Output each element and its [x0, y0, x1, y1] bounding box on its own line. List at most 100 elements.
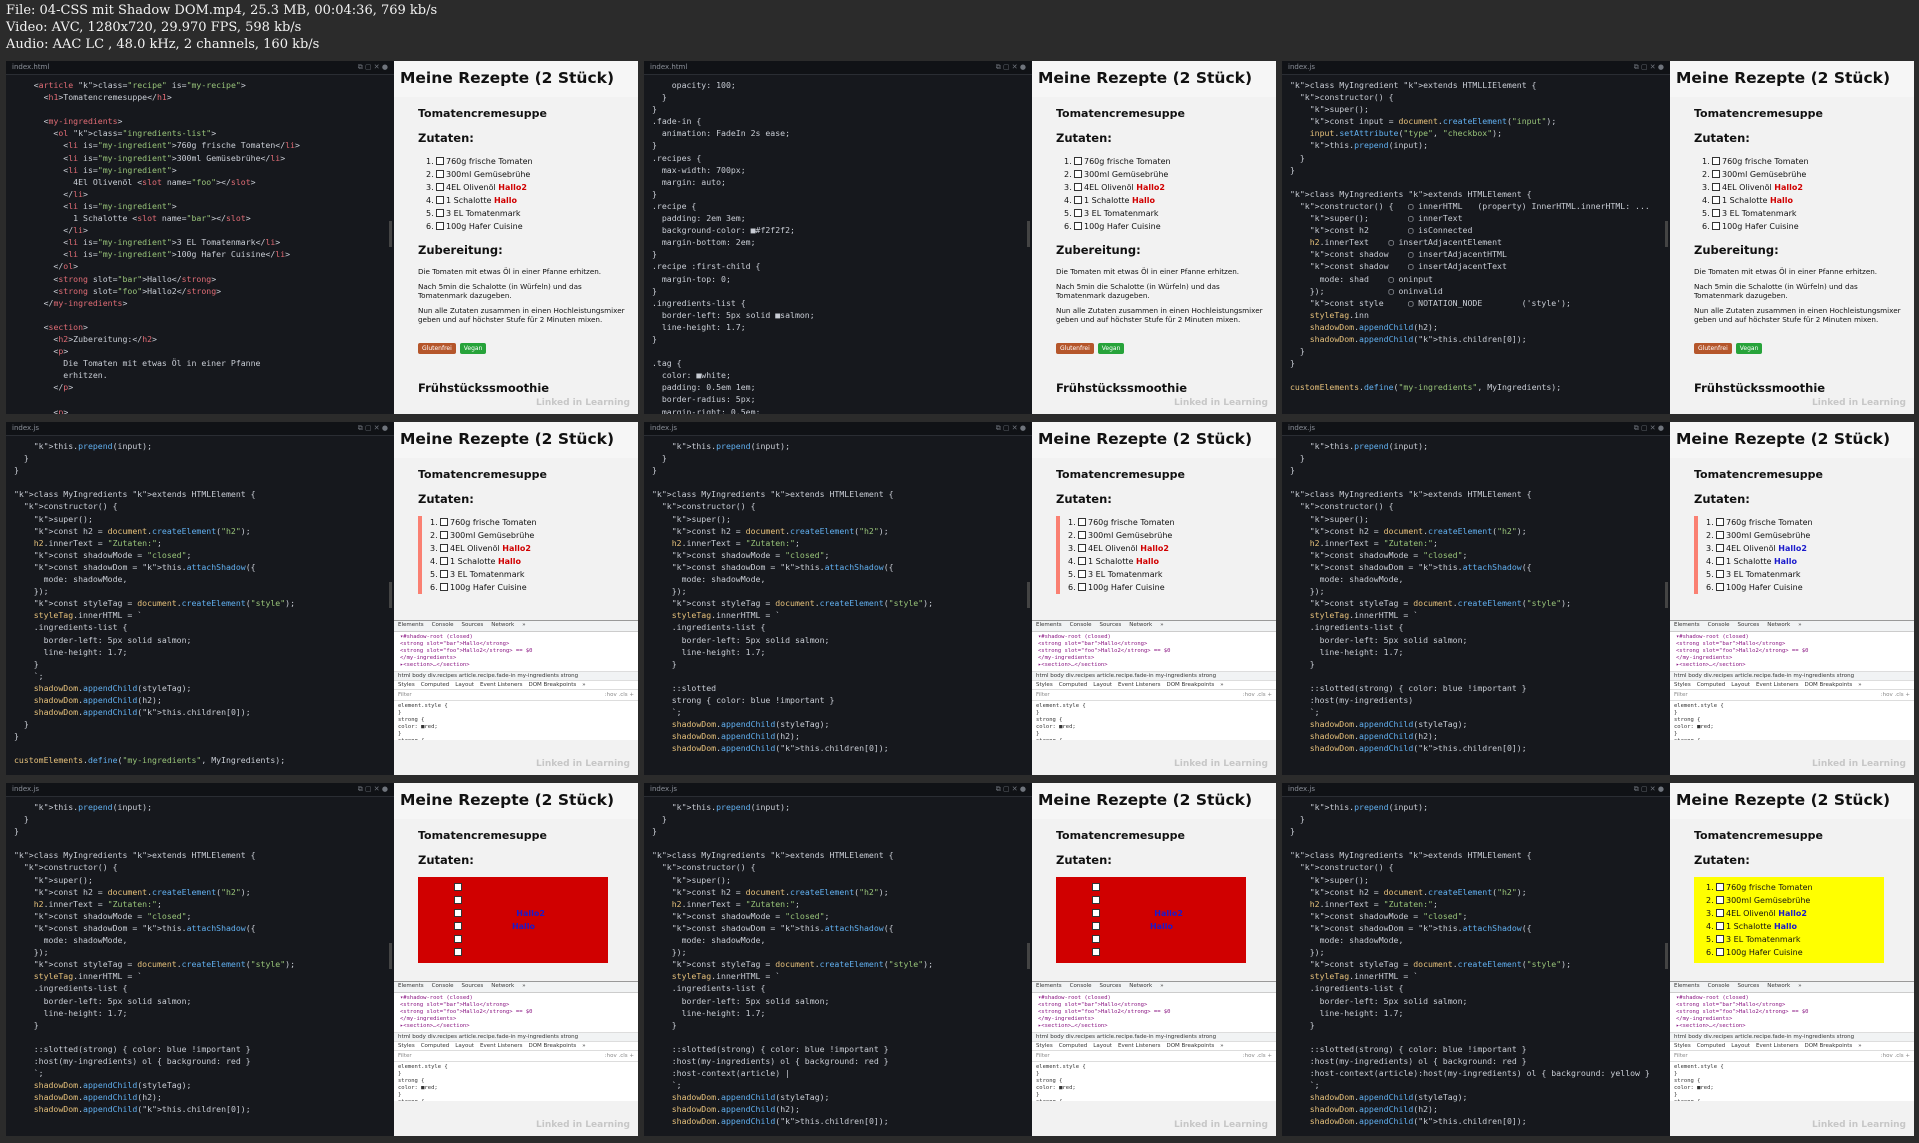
dom-node[interactable]: <strong slot="bar">Hallo</strong> — [1676, 641, 1908, 648]
dom-tree[interactable]: ▾#shadow-root (closed) <strong slot="bar"… — [1032, 632, 1276, 671]
filter-controls[interactable]: :hov .cls + — [1881, 692, 1910, 698]
devtools-panel[interactable]: Elements Console Sources Network » ▾#shadow-r… — [1032, 981, 1276, 1101]
styles-filter-input[interactable]: Filter :hov .cls + — [1032, 1051, 1276, 1062]
dom-node[interactable]: ▾#shadow-root (closed) — [1676, 995, 1908, 1002]
filter-controls[interactable]: :hov .cls + — [1881, 1053, 1910, 1059]
ingredient-checkbox[interactable] — [1716, 948, 1724, 956]
dom-node[interactable]: <strong slot="bar">Hallo</strong> — [1038, 1002, 1270, 1009]
split-editor-icon[interactable]: ⧉ ▢ ✕ ● — [358, 424, 388, 433]
ingredient-checkbox[interactable] — [1716, 883, 1724, 891]
devtools-tab[interactable]: Elements — [1036, 983, 1062, 989]
dom-node[interactable]: ▸<section>…</section> — [1676, 1023, 1908, 1030]
ingredient-checkbox[interactable] — [1716, 909, 1724, 917]
styles-subtab[interactable]: Event Listeners — [1756, 1043, 1799, 1049]
ingredient-checkbox[interactable] — [1078, 583, 1086, 591]
editor-scrollbar[interactable] — [389, 221, 392, 247]
styles-subtabs[interactable]: Styles Computed Layout Event Listeners DOM B… — [394, 681, 638, 690]
devtools-tabs[interactable]: Elements Console Sources Network » — [1670, 621, 1914, 632]
devtools-tab[interactable]: » — [1798, 622, 1801, 628]
devtools-tab[interactable]: Network — [491, 622, 514, 628]
breadcrumb[interactable]: html body div.recipes article.recipe.fad… — [1032, 671, 1276, 681]
code-editor[interactable]: index.js ⧉ ▢ ✕ ● "k">this.prepend(input);… — [644, 422, 1032, 775]
dom-node[interactable]: ▾#shadow-root (closed) — [400, 634, 632, 641]
ingredient-checkbox[interactable] — [1716, 531, 1724, 539]
styles-subtab[interactable]: Computed — [1059, 682, 1088, 688]
ingredient-checkbox[interactable] — [1712, 170, 1720, 178]
styles-filter-input[interactable]: Filter :hov .cls + — [1032, 690, 1276, 701]
ingredient-checkbox[interactable] — [1078, 557, 1086, 565]
ingredient-checkbox[interactable] — [1078, 544, 1086, 552]
styles-subtab[interactable]: Styles — [398, 682, 415, 688]
ingredient-checkbox[interactable] — [1712, 196, 1720, 204]
editor-tab-bar[interactable]: index.js ⧉ ▢ ✕ ● — [1282, 783, 1670, 797]
code-lines[interactable]: "k">this.prepend(input); }} "k">class My… — [1290, 440, 1666, 754]
editor-tab-bar[interactable]: index.js ⧉ ▢ ✕ ● — [1282, 422, 1670, 436]
dom-node[interactable]: ▾#shadow-root (closed) — [1038, 634, 1270, 641]
devtools-panel[interactable]: Elements Console Sources Network » ▾#shadow-r… — [1670, 981, 1914, 1101]
code-editor[interactable]: index.js ⧉ ▢ ✕ ● "k">this.prepend(input);… — [6, 783, 394, 1136]
ingredient-checkbox[interactable] — [1716, 583, 1724, 591]
editor-tab-bar[interactable]: index.js ⧉ ▢ ✕ ● — [644, 783, 1032, 797]
devtools-tab[interactable]: Console — [1070, 983, 1092, 989]
ingredient-checkbox[interactable] — [1716, 557, 1724, 565]
devtools-tab[interactable]: Sources — [1099, 622, 1121, 628]
ingredient-checkbox[interactable] — [1074, 170, 1082, 178]
editor-tab-bar[interactable]: index.html ⧉ ▢ ✕ ● — [6, 61, 394, 75]
ingredient-checkbox[interactable] — [436, 183, 444, 191]
code-lines[interactable]: opacity: 100; }} .fade-in { animation: Fa… — [652, 79, 1028, 414]
devtools-panel[interactable]: Elements Console Sources Network » ▾#shadow-r… — [394, 981, 638, 1101]
devtools-tabs[interactable]: Elements Console Sources Network » — [394, 621, 638, 632]
dom-tree[interactable]: ▾#shadow-root (closed) <strong slot="bar"… — [1670, 993, 1914, 1032]
ingredient-checkbox[interactable] — [1074, 157, 1082, 165]
ingredient-checkbox[interactable] — [436, 209, 444, 217]
split-editor-icon[interactable]: ⧉ ▢ ✕ ● — [358, 785, 388, 794]
styles-subtab[interactable]: Layout — [455, 1043, 474, 1049]
styles-subtabs[interactable]: Styles Computed Layout Event Listeners DOM B… — [1032, 681, 1276, 690]
ingredient-checkbox[interactable] — [1716, 896, 1724, 904]
devtools-tab[interactable]: » — [1160, 983, 1163, 989]
split-editor-icon[interactable]: ⧉ ▢ ✕ ● — [996, 63, 1026, 72]
ingredient-checkbox[interactable] — [1092, 922, 1100, 930]
ingredient-checkbox[interactable] — [1716, 935, 1724, 943]
split-editor-icon[interactable]: ⧉ ▢ ✕ ● — [1634, 63, 1664, 72]
split-editor-icon[interactable]: ⧉ ▢ ✕ ● — [1634, 424, 1664, 433]
dom-node[interactable]: ▾#shadow-root (closed) — [1038, 995, 1270, 1002]
dom-node[interactable]: <strong slot="bar">Hallo</strong> — [400, 641, 632, 648]
ingredient-checkbox[interactable] — [454, 948, 462, 956]
dom-node[interactable]: ▾#shadow-root (closed) — [1676, 634, 1908, 641]
dom-tree[interactable]: ▾#shadow-root (closed) <strong slot="bar"… — [394, 632, 638, 671]
styles-subtab[interactable]: Layout — [1731, 682, 1750, 688]
devtools-tab[interactable]: Elements — [398, 983, 424, 989]
ingredient-checkbox[interactable] — [1092, 935, 1100, 943]
styles-subtab[interactable]: Layout — [1731, 1043, 1750, 1049]
devtools-tabs[interactable]: Elements Console Sources Network » — [1670, 982, 1914, 993]
ingredient-checkbox[interactable] — [1074, 196, 1082, 204]
editor-tab-label[interactable]: index.js — [12, 785, 39, 793]
code-lines[interactable]: "k">this.prepend(input); }} "k">class My… — [652, 801, 1028, 1128]
dom-node[interactable]: <strong slot="foo">Hallo2</strong> == $0 — [1038, 1009, 1270, 1016]
styles-subtab[interactable]: Event Listeners — [480, 1043, 523, 1049]
dom-node[interactable]: ▸<section>…</section> — [400, 662, 632, 669]
split-editor-icon[interactable]: ⧉ ▢ ✕ ● — [1634, 785, 1664, 794]
ingredient-checkbox[interactable] — [454, 896, 462, 904]
devtools-tab[interactable]: Network — [1767, 983, 1790, 989]
editor-tab-label[interactable]: index.js — [1288, 63, 1315, 71]
styles-subtabs[interactable]: Styles Computed Layout Event Listeners DOM B… — [1670, 681, 1914, 690]
code-lines[interactable]: <article "k">class="recipe" is="my-recip… — [14, 79, 390, 414]
styles-subtab[interactable]: Layout — [1093, 682, 1112, 688]
styles-subtab[interactable]: Computed — [1697, 1043, 1726, 1049]
styles-filter-input[interactable]: Filter :hov .cls + — [1670, 1051, 1914, 1062]
styles-subtab[interactable]: Styles — [1674, 1043, 1691, 1049]
editor-tab-label[interactable]: index.js — [1288, 424, 1315, 432]
code-lines[interactable]: "k">this.prepend(input); }} "k">class My… — [652, 440, 1028, 754]
dom-node[interactable]: ▸<section>…</section> — [1676, 662, 1908, 669]
styles-subtab[interactable]: DOM Breakpoints — [1166, 1043, 1214, 1049]
ingredient-checkbox[interactable] — [436, 170, 444, 178]
code-editor[interactable]: index.html ⧉ ▢ ✕ ● opacity: 100; }} .fade-… — [644, 61, 1032, 414]
devtools-tab[interactable]: Elements — [1036, 622, 1062, 628]
dom-node[interactable]: ▸<section>…</section> — [1038, 662, 1270, 669]
styles-subtab[interactable]: DOM Breakpoints — [1804, 1043, 1852, 1049]
dom-node[interactable]: ▸<section>…</section> — [1038, 1023, 1270, 1030]
breadcrumb[interactable]: html body div.recipes article.recipe.fad… — [1670, 1032, 1914, 1042]
split-editor-icon[interactable]: ⧉ ▢ ✕ ● — [358, 63, 388, 72]
